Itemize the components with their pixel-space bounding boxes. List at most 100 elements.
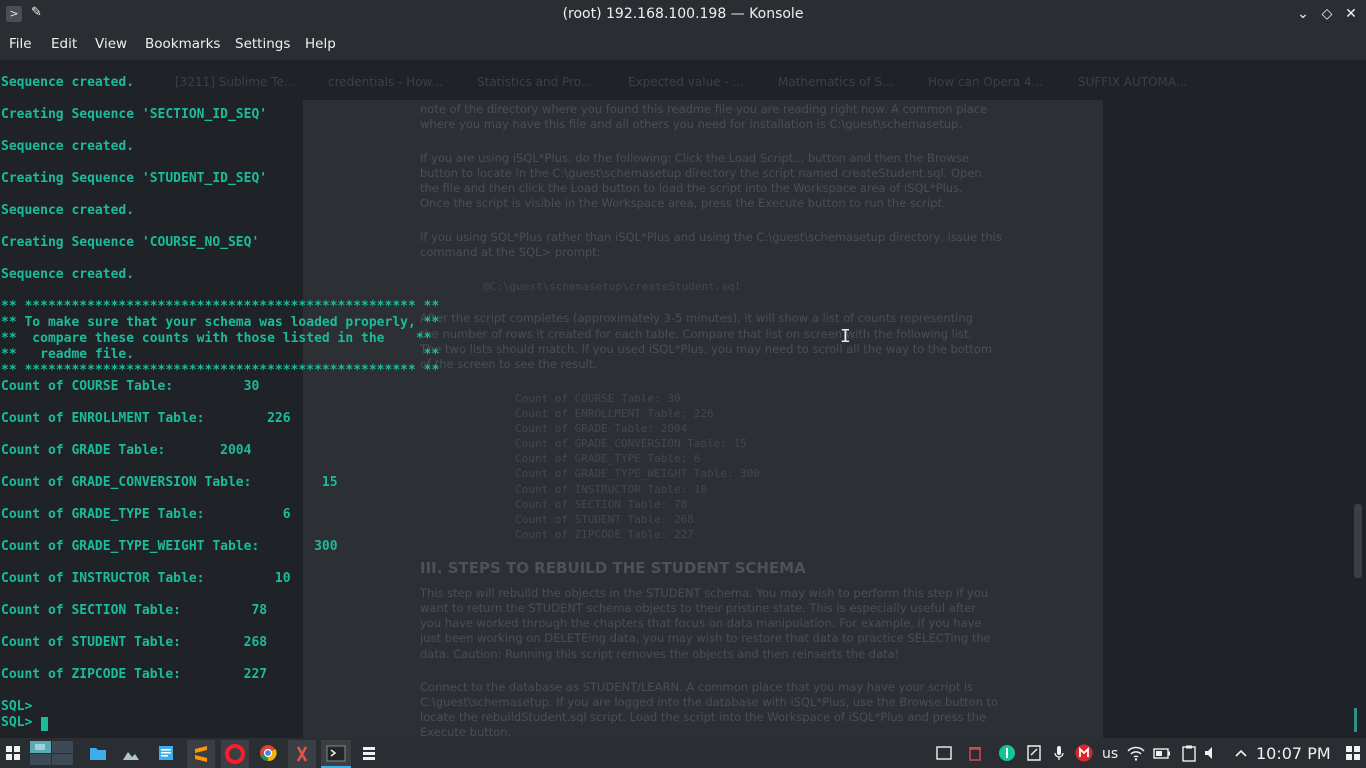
bg-tab: SUFFIX AUTOMA... xyxy=(1078,75,1188,89)
minimize-button[interactable]: ⌄ xyxy=(1293,4,1313,24)
bg-text: the number of rows it created for each t… xyxy=(420,327,973,341)
bg-code: Count of ENROLLMENT Table: 226 xyxy=(515,407,714,420)
terminal-line: Creating Sequence 'SECTION_ID_SEQ' xyxy=(1,107,268,122)
bg-heading: III. STEPS TO REBUILD THE STUDENT SCHEMA xyxy=(420,559,806,577)
bg-code: Count of GRADE_TYPE_WEIGHT Table: 300 xyxy=(515,467,761,480)
background-readme-document: note of the directory where you found th… xyxy=(303,100,1103,738)
window-title: (root) 192.168.100.198 — Konsole xyxy=(562,6,804,22)
terminal-line: Sequence created. xyxy=(1,267,135,282)
bg-text: want to return the STUDENT schema object… xyxy=(420,601,976,615)
pager-icon[interactable] xyxy=(30,741,74,765)
terminal-scrollbar[interactable] xyxy=(1354,504,1362,578)
terminal-line: Count of STUDENT Table: 268 xyxy=(1,635,268,650)
bg-text: data. Caution: Running this script remov… xyxy=(420,647,900,661)
show-desktop-icon[interactable] xyxy=(1344,744,1362,762)
close-button[interactable]: ✕ xyxy=(1341,4,1361,24)
bg-tab: How can Opera 4... xyxy=(928,75,1043,89)
trash-icon[interactable] xyxy=(966,744,984,762)
terminal-line: Creating Sequence 'COURSE_NO_SEQ' xyxy=(1,235,260,250)
image-viewer-icon[interactable] xyxy=(122,744,140,762)
bg-text: just been working on DELETEing data, you… xyxy=(420,631,991,645)
bg-text: Connect to the database as STUDENT/LEARN… xyxy=(420,680,974,694)
window-icon[interactable] xyxy=(935,744,953,762)
grammarly-icon[interactable] xyxy=(998,744,1016,762)
gitkraken-icon[interactable] xyxy=(288,740,316,768)
menu-bookmarks[interactable]: Bookmarks xyxy=(145,36,220,52)
bg-code: @C:\guest\schemasetup\createStudent.sql xyxy=(483,280,742,293)
opera-icon[interactable] xyxy=(221,740,249,768)
terminal-line: Creating Sequence 'STUDENT_ID_SEQ' xyxy=(1,171,268,186)
bg-text: you have worked through the chapters tha… xyxy=(420,616,982,630)
bg-text: the file and then click the Load button … xyxy=(420,181,963,195)
bg-code: Count of ZIPCODE Table: 227 xyxy=(515,528,694,541)
mega-icon[interactable] xyxy=(1075,744,1093,762)
terminal-line: Sequence created. xyxy=(1,75,135,90)
window-titlebar[interactable]: > ✎ (root) 192.168.100.198 — Konsole ⌄ ◇… xyxy=(0,0,1366,28)
bg-text: command at the SQL> prompt: xyxy=(420,245,601,259)
file-manager-icon[interactable] xyxy=(89,744,107,762)
text-editor-icon[interactable] xyxy=(157,744,175,762)
bg-code: Count of GRADE_TYPE Table: 6 xyxy=(515,452,701,465)
bg-code: Count of COURSE Table: 30 xyxy=(515,392,681,405)
menu-settings[interactable]: Settings xyxy=(235,36,290,52)
menu-help[interactable]: Help xyxy=(305,36,336,52)
clock[interactable]: 10:07 PM xyxy=(1256,744,1331,763)
bg-text: button to locate in the C:\guest\schemas… xyxy=(420,166,982,180)
tasks-icon[interactable] xyxy=(360,744,378,762)
bg-tab: Expected value - ... xyxy=(628,75,744,89)
terminal-line: Count of COURSE Table: 30 xyxy=(1,379,260,394)
text-cursor xyxy=(41,717,48,731)
terminal-line: Sequence created. xyxy=(1,139,135,154)
menu-edit[interactable]: Edit xyxy=(51,36,77,52)
bg-tab: Statistics and Pro... xyxy=(477,75,593,89)
terminal-line: Count of GRADE_CONVERSION Table: 15 xyxy=(1,475,338,490)
terminal-line: ** *************************************… xyxy=(1,363,440,378)
sublime-icon[interactable] xyxy=(187,740,215,768)
tray-expand-icon[interactable] xyxy=(1232,744,1250,762)
terminal-line: Count of ZIPCODE Table: 227 xyxy=(1,667,268,682)
chrome-icon[interactable] xyxy=(259,744,277,762)
scrollbar-indicator xyxy=(1354,708,1357,732)
bg-text: If you are using iSQL*Plus, do the follo… xyxy=(420,151,969,165)
battery-icon[interactable] xyxy=(1153,744,1171,762)
maximize-button[interactable]: ◇ xyxy=(1317,4,1337,24)
terminal-line: ** compare these counts with those liste… xyxy=(1,331,432,346)
menu-view[interactable]: View xyxy=(95,36,127,52)
microphone-icon[interactable] xyxy=(1050,744,1068,762)
konsole-icon[interactable] xyxy=(321,740,351,768)
terminal-line: Count of GRADE Table: 2004 xyxy=(1,443,252,458)
terminal-line: SQL> xyxy=(1,699,33,714)
keyboard-layout-indicator[interactable]: us xyxy=(1102,746,1118,762)
notes-icon[interactable] xyxy=(1025,744,1043,762)
start-menu-icon[interactable] xyxy=(4,744,22,762)
ibeam-pointer-icon: I xyxy=(840,326,851,347)
bg-tab: Mathematics of S... xyxy=(778,75,894,89)
wifi-icon[interactable] xyxy=(1127,744,1145,762)
bg-tab: credentials - How... xyxy=(328,75,443,89)
bg-text: C:\guest\schemasetup. If you are logged … xyxy=(420,695,999,709)
bg-code: Count of GRADE Table: 2004 xyxy=(515,422,688,435)
bg-text: Once the script is visible in the Worksp… xyxy=(420,196,946,210)
terminal-line: Count of INSTRUCTOR Table: 10 xyxy=(1,571,291,586)
terminal-prompt[interactable]: SQL> xyxy=(1,715,32,730)
bg-tab: [3211] Sublime Te... xyxy=(175,75,296,89)
bg-text: locate the rebuildStudent.sql script. Lo… xyxy=(420,710,986,724)
menu-bar: File Edit View Bookmarks Settings Help xyxy=(0,28,1366,60)
bg-text: where you may have this file and all oth… xyxy=(420,117,963,131)
terminal-view[interactable]: [3211] Sublime Te... credentials - How..… xyxy=(0,60,1366,738)
bg-text: This step will rebuild the objects in th… xyxy=(420,586,989,600)
bg-text: The two lists should match. If you used … xyxy=(420,342,993,356)
background-browser-tabs: [3211] Sublime Te... credentials - How..… xyxy=(0,75,1366,93)
terminal-line: Count of GRADE_TYPE_WEIGHT Table: 300 xyxy=(1,539,338,554)
volume-icon[interactable] xyxy=(1203,744,1221,762)
bg-code: Count of SECTION Table: 78 xyxy=(515,498,688,511)
terminal-line: Count of GRADE_TYPE Table: 6 xyxy=(1,507,291,522)
bg-text: After the script completes (approximatel… xyxy=(420,311,973,325)
menu-file[interactable]: File xyxy=(9,36,32,52)
terminal-line: ** *************************************… xyxy=(1,299,440,314)
terminal-line: Count of ENROLLMENT Table: 226 xyxy=(1,411,291,426)
clipboard-icon[interactable] xyxy=(1180,744,1198,762)
terminal-line: Count of SECTION Table: 78 xyxy=(1,603,268,618)
bg-text: of the screen to see the result. xyxy=(420,357,597,371)
bg-text: Execute button. xyxy=(420,725,512,738)
